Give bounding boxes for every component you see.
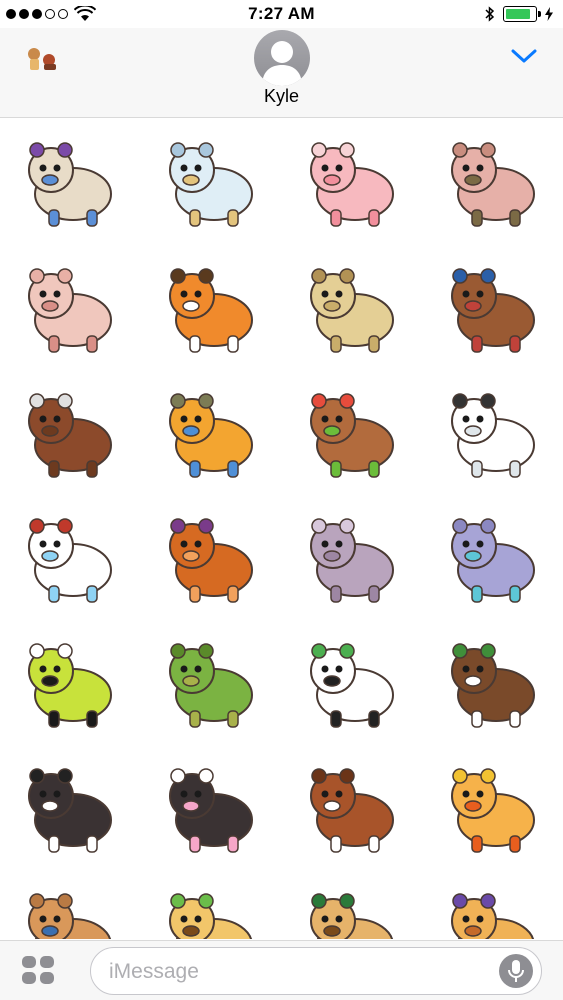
status-time: 7:27 AM xyxy=(248,4,315,23)
panda-bamboo-icon xyxy=(310,642,394,728)
sticker-hippo[interactable] xyxy=(282,495,422,617)
message-placeholder: iMessage xyxy=(109,960,199,983)
yeti-girl-icon xyxy=(28,141,112,227)
pig-spotted-icon xyxy=(28,267,112,353)
kangaroo-icon xyxy=(28,892,112,939)
sticker-kangaroo[interactable] xyxy=(0,870,140,939)
hippo-snorkel-icon xyxy=(451,517,535,603)
compose-bar: iMessage xyxy=(0,940,563,1000)
hippo-icon xyxy=(310,517,394,603)
fox-running-icon xyxy=(310,767,394,853)
sticker-pig-spotted[interactable] xyxy=(0,245,140,367)
sticker-leopard-cub[interactable] xyxy=(423,870,563,939)
status-right xyxy=(485,6,553,22)
lion-crown-icon xyxy=(451,767,535,853)
sticker-cheetah[interactable] xyxy=(141,870,281,939)
sticker-panda-blossom[interactable] xyxy=(141,745,281,867)
sticker-leopard-hat[interactable] xyxy=(282,870,422,939)
pig-pink-icon xyxy=(310,141,394,227)
sticker-snake[interactable] xyxy=(0,620,140,742)
charging-bolt-icon xyxy=(545,7,553,21)
microphone-icon xyxy=(508,960,524,982)
battery-icon xyxy=(503,6,541,22)
sticker-bison-headdress[interactable] xyxy=(0,370,140,492)
message-input[interactable]: iMessage xyxy=(90,947,542,995)
sticker-pony[interactable] xyxy=(423,245,563,367)
status-bar: 7:27 AM xyxy=(0,0,563,28)
sticker-orangutan[interactable] xyxy=(141,495,281,617)
chevron-down-icon[interactable] xyxy=(511,48,537,64)
sticker-panda-branch[interactable] xyxy=(423,620,563,742)
sticker-app-icon[interactable] xyxy=(22,44,62,74)
sticker-bear-hat-fish[interactable] xyxy=(141,370,281,492)
turtle-icon xyxy=(169,642,253,728)
polar-bear-icon xyxy=(451,392,535,478)
panda-branch-icon xyxy=(451,642,535,728)
panda-back-icon xyxy=(28,767,112,853)
sticker-camel[interactable] xyxy=(282,245,422,367)
bear-hat-fish-icon xyxy=(169,392,253,478)
sticker-lion-crown[interactable] xyxy=(423,745,563,867)
sticker-yeti-girl[interactable] xyxy=(0,119,140,241)
snake-icon xyxy=(28,642,112,728)
bluetooth-icon xyxy=(485,6,495,22)
sticker-turtle[interactable] xyxy=(141,620,281,742)
orangutan-icon xyxy=(169,517,253,603)
sticker-bear-propeller-honey[interactable] xyxy=(282,370,422,492)
leopard-cub-icon xyxy=(451,892,535,939)
sticker-grid xyxy=(0,119,563,939)
bear-propeller-honey-icon xyxy=(310,392,394,478)
contact-name[interactable]: Kyle xyxy=(0,86,563,107)
pony-icon xyxy=(451,267,535,353)
sticker-pig-explorer[interactable] xyxy=(423,119,563,241)
microphone-button[interactable] xyxy=(499,954,533,988)
person-silhouette-icon xyxy=(262,41,302,86)
sticker-polar-bear-ice[interactable] xyxy=(0,495,140,617)
polar-bear-ice-icon xyxy=(28,517,112,603)
pig-explorer-icon xyxy=(451,141,535,227)
camel-icon xyxy=(310,267,394,353)
sticker-panda-back[interactable] xyxy=(0,745,140,867)
app-drawer-icon[interactable] xyxy=(20,954,56,986)
sticker-fox-running[interactable] xyxy=(282,745,422,867)
battery-fill xyxy=(506,9,530,19)
conversation-header: Kyle xyxy=(0,28,563,118)
sticker-hippo-snorkel[interactable] xyxy=(423,495,563,617)
bison-headdress-icon xyxy=(28,392,112,478)
cheetah-icon xyxy=(169,892,253,939)
sticker-polar-bear[interactable] xyxy=(423,370,563,492)
ram-icon xyxy=(169,141,253,227)
contact-avatar[interactable] xyxy=(254,30,310,86)
panda-blossom-icon xyxy=(169,767,253,853)
leopard-hat-icon xyxy=(310,892,394,939)
sticker-fox[interactable] xyxy=(141,245,281,367)
sticker-ram[interactable] xyxy=(141,119,281,241)
fox-icon xyxy=(169,267,253,353)
sticker-panda-bamboo[interactable] xyxy=(282,620,422,742)
sticker-pig-pink[interactable] xyxy=(282,119,422,241)
